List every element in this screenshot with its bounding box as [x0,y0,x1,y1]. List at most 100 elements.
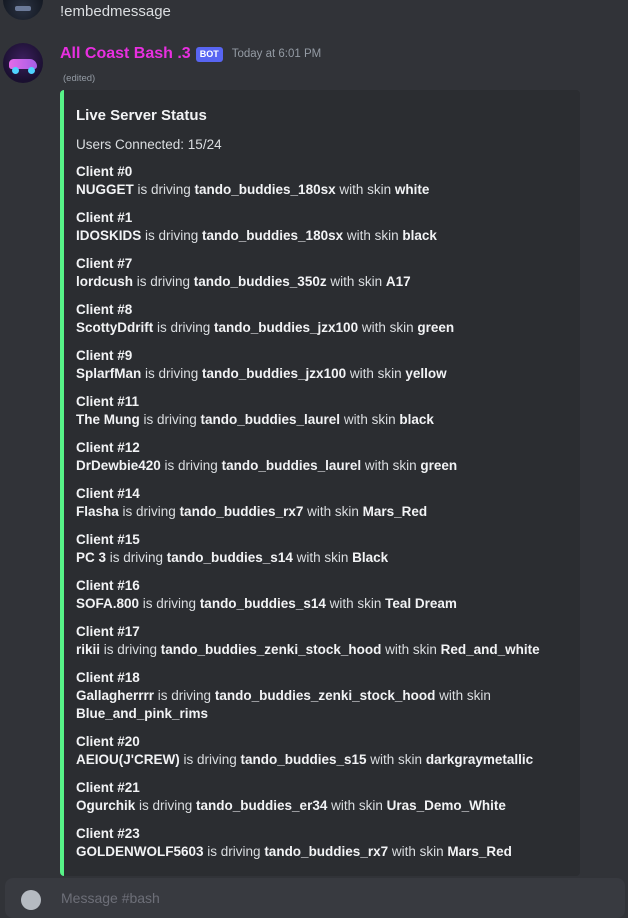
car-name: tando_buddies_180sx [194,182,336,197]
player-name: IDOSKIDS [76,228,142,243]
player-name: The Mung [76,412,140,427]
skin-name: Red_and_white [440,642,540,657]
connector-driving: is driving [135,798,197,813]
skin-name: Mars_Red [447,844,512,859]
player-name: DrDewbie420 [76,458,161,473]
car-name: tando_buddies_180sx [202,228,344,243]
connector-skin: with skin [435,688,491,703]
client-label: Client #0 [76,164,133,179]
player-name: Gallagherrrr [76,688,155,703]
bot-avatar[interactable] [3,43,43,83]
connector-driving: is driving [203,844,265,859]
client-label: Client #8 [76,302,133,317]
skin-name: black [399,412,434,427]
client-entry: Client #15 PC 3 is driving tando_buddies_… [76,531,564,567]
bot-badge: BOT [195,46,223,62]
client-detail: GOLDENWOLF5603 is driving tando_buddies_… [76,843,564,861]
connector-driving: is driving [100,642,161,657]
connector-skin: with skin [340,412,400,427]
message-timestamp[interactable]: Today at 6:01 PM [232,48,322,60]
client-label: Client #17 [76,624,140,639]
connector-skin: with skin [303,504,363,519]
client-detail: PC 3 is driving tando_buddies_s14 with s… [76,549,564,567]
player-name: Flasha [76,504,119,519]
player-name: lordcush [76,274,134,289]
client-detail: Flasha is driving tando_buddies_rx7 with… [76,503,564,521]
client-label: Client #9 [76,348,133,363]
car-name: tando_buddies_laurel [200,412,341,427]
connector-skin: with skin [366,752,426,767]
client-detail: rikii is driving tando_buddies_zenki_sto… [76,641,564,659]
connector-driving: is driving [106,550,167,565]
car-name: tando_buddies_rx7 [264,844,389,859]
composer-placeholder: Message #bash [61,890,160,906]
client-label: Client #1 [76,210,133,225]
player-name: GOLDENWOLF5603 [76,844,204,859]
client-entry: Client #12 DrDewbie420 is driving tando_b… [76,439,564,475]
author-name[interactable]: All Coast Bash .3 [60,45,191,63]
skin-name: white [394,182,430,197]
car-name: tando_buddies_jzx100 [214,320,359,335]
client-label: Client #20 [76,734,140,749]
add-attachment-icon[interactable] [21,890,41,910]
client-entry: Client #11 The Mung is driving tando_budd… [76,393,564,429]
users-connected: Users Connected: 15/24 [76,137,222,152]
client-entry: Client #18 Gallagherrrr is driving tando_… [76,669,564,723]
car-name: tando_buddies_jzx100 [202,366,347,381]
skin-name: Mars_Red [362,504,428,519]
player-name: ScottyDdrift [76,320,154,335]
client-label: Client #23 [76,826,140,841]
client-detail: DrDewbie420 is driving tando_buddies_lau… [76,457,564,475]
connector-driving: is driving [179,752,241,767]
connector-driving: is driving [153,320,215,335]
message-header: All Coast Bash .3 BOT Today at 6:01 PM [60,45,321,63]
car-name: tando_buddies_rx7 [179,504,304,519]
skin-name: Uras_Demo_White [386,798,506,813]
player-name: SplarfMan [76,366,142,381]
client-label: Client #11 [76,394,140,409]
connector-skin: with skin [358,320,418,335]
client-entry: Client #21 Ogurchik is driving tando_budd… [76,779,564,815]
skin-name: yellow [405,366,447,381]
client-detail: NUGGET is driving tando_buddies_180sx wi… [76,181,564,199]
previous-message-text: !embedmessage [60,3,171,20]
status-embed: Live Server Status Users Connected: 15/2… [60,90,580,876]
connector-skin: with skin [361,458,421,473]
client-detail: The Mung is driving tando_buddies_laurel… [76,411,564,429]
player-name: Ogurchik [76,798,136,813]
skin-name: Black [352,550,389,565]
wheel-icon [28,67,35,74]
player-name: SOFA.800 [76,596,140,611]
client-detail: SOFA.800 is driving tando_buddies_s14 wi… [76,595,564,613]
connector-driving: is driving [133,182,195,197]
connector-driving: is driving [139,596,200,611]
connector-driving: is driving [154,688,215,703]
car-name: tando_buddies_laurel [221,458,362,473]
message-composer[interactable]: Message #bash [5,878,625,918]
client-detail: IDOSKIDS is driving tando_buddies_180sx … [76,227,564,245]
skin-name: black [402,228,437,243]
skin-name: Teal Dream [385,596,457,611]
client-entry: Client #14 Flasha is driving tando_buddie… [76,485,564,521]
car-name: tando_buddies_s15 [240,752,367,767]
player-name: AEIOU(J'CREW) [76,752,180,767]
connector-skin: with skin [327,798,387,813]
previous-author-avatar[interactable] [3,0,43,20]
player-name: NUGGET [76,182,134,197]
client-label: Client #14 [76,486,140,501]
client-list: Client #0 NUGGET is driving tando_buddies… [76,163,564,861]
wheel-icon [12,67,19,74]
connector-driving: is driving [141,228,203,243]
car-name: tando_buddies_zenki_stock_hood [214,688,436,703]
client-entry: Client #7 lordcush is driving tando_buddi… [76,255,564,291]
client-entry: Client #16 SOFA.800 is driving tando_budd… [76,577,564,613]
connector-driving: is driving [141,366,203,381]
car-name: tando_buddies_er34 [196,798,328,813]
car-name: tando_buddies_s14 [166,550,293,565]
client-label: Client #12 [76,440,140,455]
player-name: PC 3 [76,550,107,565]
client-detail: AEIOU(J'CREW) is driving tando_buddies_s… [76,751,564,769]
connector-skin: with skin [292,550,353,565]
connector-skin: with skin [325,596,386,611]
client-detail: Ogurchik is driving tando_buddies_er34 w… [76,797,564,815]
